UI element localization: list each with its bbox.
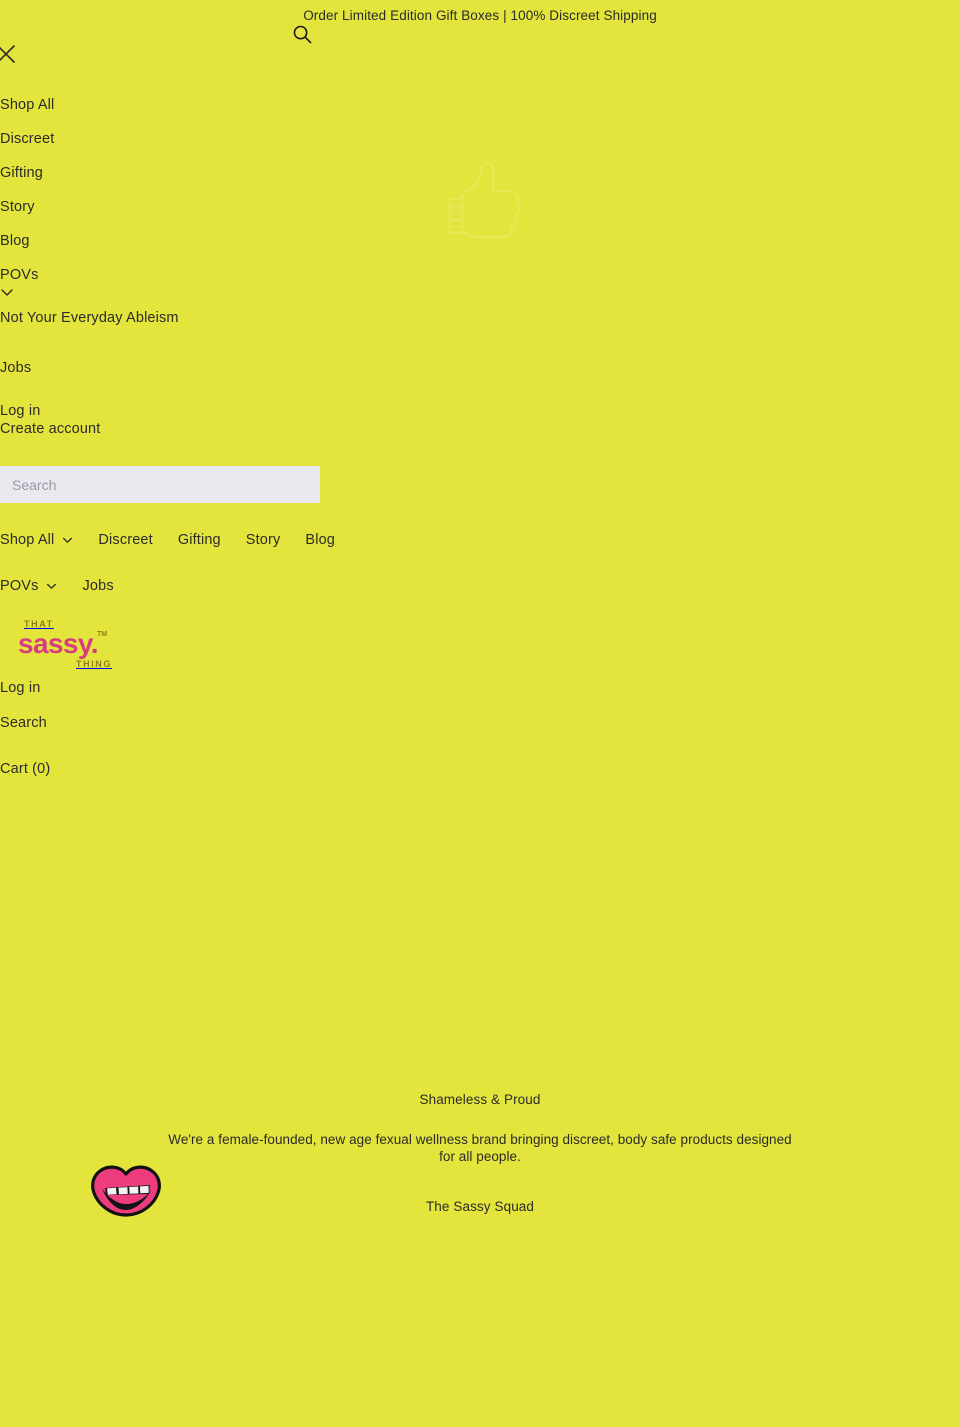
nav-item-jobs[interactable]: Jobs [82,578,113,594]
main-nav: Shop All Discreet Gifting Story Blog POV… [0,532,400,624]
drawer-item-gifting[interactable]: Gifting [0,166,420,181]
login-link[interactable]: Log in [0,402,300,420]
lips-icon [90,1163,162,1221]
logo-thing-word: THING [76,659,112,669]
drawer-item-jobs[interactable]: Jobs [0,361,420,376]
logo-trademark: TM [97,631,108,638]
utility-login-link[interactable]: Log in [0,680,260,696]
nav-item-shop-all-label: Shop All [0,532,55,548]
chevron-down-icon[interactable] [0,287,14,297]
nav-item-story[interactable]: Story [246,532,281,548]
search-input[interactable] [0,466,320,503]
announcement-text: Order Limited Edition Gift Boxes | 100% … [303,7,657,23]
drawer-item-povs[interactable]: POVs [0,268,420,283]
nav-item-gifting-label: Gifting [177,532,221,548]
nav-item-discreet[interactable]: Discreet [98,532,152,548]
chevron-down-icon[interactable] [62,536,73,544]
drawer-item-story[interactable]: Story [0,200,420,215]
cart-link[interactable]: Cart (0) [0,761,50,777]
search-icon[interactable] [292,22,316,46]
nav-item-discreet-label: Discreet [98,532,153,548]
main-nav-row-1: Shop All Discreet Gifting Story Blog [0,532,400,548]
footer-description: We're a female-founded, new age fexual w… [168,1132,792,1164]
nav-item-gifting[interactable]: Gifting [178,532,221,548]
logo-main-line: sassy. TM [18,630,114,658]
nav-item-shop-all[interactable]: Shop All [0,532,73,548]
utility-links: Log in Search [0,680,260,750]
announcement-bar: Order Limited Edition Gift Boxes | 100% … [0,0,960,30]
nav-item-povs-label: POVs [0,578,39,594]
drawer-subitem-not-your-everyday-ableism[interactable]: Not Your Everyday Ableism [0,310,420,326]
close-icon[interactable] [0,40,20,68]
chevron-down-icon[interactable] [46,582,57,590]
nav-item-povs[interactable]: POVs [0,578,57,594]
logo-sassy-word: sassy. [18,628,99,659]
main-nav-row-2: POVs Jobs [0,578,400,594]
search-field-wrapper[interactable] [0,466,320,503]
nav-item-blog[interactable]: Blog [305,532,335,548]
thumbs-up-icon [440,155,530,250]
footer-heading: Shameless & Proud [419,1092,541,1107]
nav-item-blog-label: Blog [305,532,335,548]
account-links: Log in Create account [0,402,300,438]
drawer-item-shop-all[interactable]: Shop All [0,98,420,113]
utility-search-link[interactable]: Search [0,715,260,731]
nav-item-jobs-label: Jobs [82,578,114,594]
brand-logo[interactable]: THAT sassy. TM THING [18,620,114,670]
drawer-item-discreet[interactable]: Discreet [0,132,420,147]
create-account-link[interactable]: Create account [0,420,300,438]
drawer-item-blog[interactable]: Blog [0,234,420,249]
nav-item-story-label: Story [245,532,281,548]
drawer-menu: Shop All Discreet Gifting Story Blog POV… [0,98,420,404]
